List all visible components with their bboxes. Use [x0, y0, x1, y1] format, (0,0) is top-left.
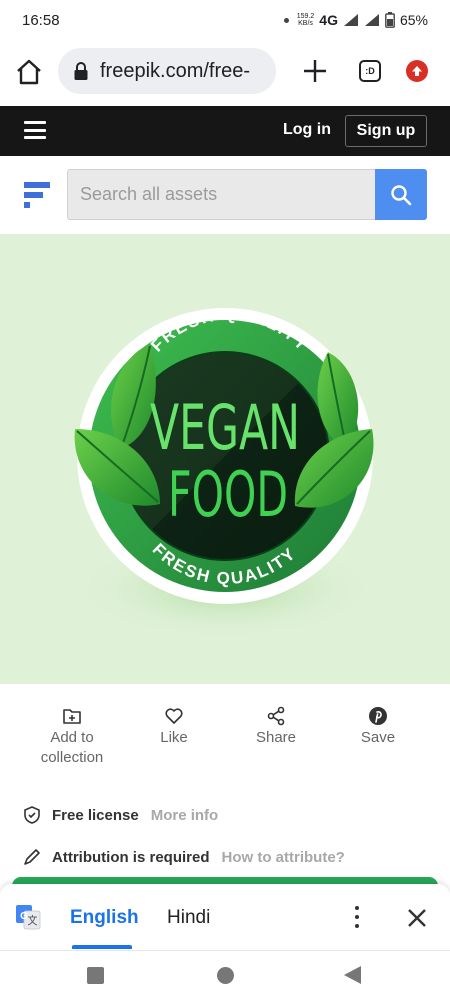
clock: 16:58 — [22, 11, 60, 29]
language-tab-hindi[interactable]: Hindi — [167, 907, 210, 929]
save-label: Save — [360, 729, 396, 746]
signup-button[interactable]: Sign up — [345, 115, 427, 147]
how-to-attribute-link[interactable]: How to attribute? — [222, 849, 345, 866]
add-to-collection-button[interactable]: Add to collection — [22, 706, 122, 768]
add-to-collection-line1: Add to — [50, 729, 94, 746]
update-arrow-icon[interactable] — [406, 60, 428, 82]
vegan-food-badge-illustration: FRESH QUALITY FRESH QUALITY VEGAN FOOD — [74, 305, 375, 639]
badge-title-vegan: VEGAN — [150, 391, 300, 464]
tab-switcher-button[interactable]: :D — [359, 60, 381, 82]
asset-preview-image[interactable]: FRESH QUALITY FRESH QUALITY VEGAN FOOD — [0, 234, 450, 684]
browser-toolbar: freepik.com/free- :D — [0, 40, 450, 104]
signal-icon-2 — [364, 14, 379, 26]
search-button[interactable] — [375, 169, 427, 220]
site-header: Log in Sign up — [0, 106, 450, 156]
home-button[interactable] — [217, 967, 234, 984]
svg-text:G: G — [20, 911, 28, 922]
translate-bar: G English Hindi — [0, 884, 450, 950]
shield-check-icon — [24, 806, 40, 824]
attribution-row: Attribution is required How to attribute… — [22, 846, 442, 868]
more-info-link[interactable]: More info — [151, 807, 219, 824]
system-navigation-bar — [0, 950, 450, 1000]
login-link[interactable]: Log in — [283, 121, 331, 139]
pen-icon — [24, 849, 40, 865]
share-icon — [267, 706, 285, 726]
network-speed-value: 159.2 — [296, 13, 315, 20]
license-row: Free license More info — [22, 804, 442, 826]
share-button[interactable]: Share — [226, 706, 326, 748]
plus-icon[interactable] — [302, 58, 328, 84]
like-button[interactable]: Like — [124, 706, 224, 748]
address-bar[interactable]: freepik.com/free- — [58, 48, 276, 94]
more-options-icon[interactable] — [350, 906, 364, 928]
folder-plus-icon — [63, 709, 81, 724]
free-license-label: Free license — [52, 806, 139, 824]
notification-dot-icon — [283, 17, 289, 23]
asset-actions: Add to collection Like Share Save — [0, 700, 450, 780]
battery-level: 65% — [399, 12, 428, 28]
search-input[interactable] — [67, 169, 375, 220]
share-label: Share — [255, 729, 297, 746]
add-to-collection-line2: collection — [40, 749, 104, 766]
badge-title-food: FOOD — [168, 458, 288, 531]
close-icon[interactable] — [404, 905, 430, 931]
signal-icon — [343, 14, 358, 26]
home-icon[interactable] — [14, 57, 44, 87]
lock-icon — [74, 62, 88, 80]
active-language-indicator — [72, 945, 132, 949]
battery-icon — [385, 12, 395, 28]
url-text: freepik.com/free- — [100, 59, 251, 82]
hamburger-menu-icon[interactable] — [24, 121, 46, 139]
freepik-logo-icon[interactable] — [22, 180, 52, 210]
network-speed-unit: KB/s — [298, 20, 313, 27]
status-bar: 16:58 159.2 KB/s 4G 65% — [0, 0, 450, 40]
recents-button[interactable] — [87, 967, 104, 984]
status-icons: 159.2 KB/s 4G 65% — [283, 12, 428, 28]
save-button[interactable]: Save — [328, 706, 428, 748]
search-icon — [391, 184, 412, 205]
pinterest-icon — [369, 707, 387, 725]
back-button[interactable] — [344, 966, 361, 984]
language-tab-english[interactable]: English — [70, 907, 139, 929]
google-translate-icon[interactable]: G — [15, 904, 41, 930]
attribution-label: Attribution is required — [52, 848, 210, 866]
network-type: 4G — [319, 12, 338, 28]
heart-icon — [165, 708, 183, 724]
search-row — [0, 156, 450, 234]
network-speed: 159.2 KB/s — [297, 13, 315, 27]
like-label: Like — [160, 729, 188, 746]
